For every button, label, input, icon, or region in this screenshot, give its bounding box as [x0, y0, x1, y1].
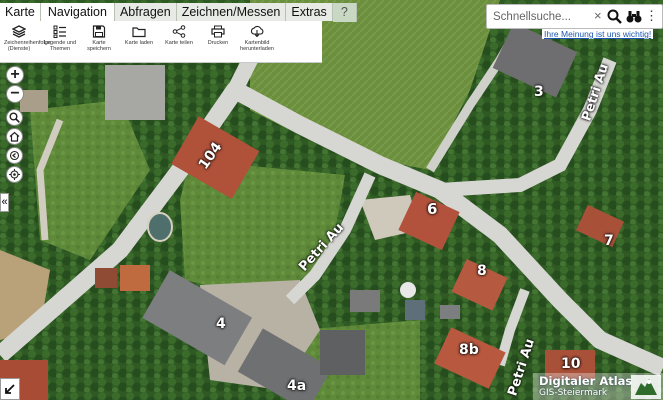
button-label: Kartenbild herunterladen: [240, 40, 274, 52]
clear-search-icon[interactable]: ×: [594, 8, 602, 23]
house-number: 6: [427, 200, 438, 218]
minus-icon: −: [10, 85, 20, 102]
fullscreen-button[interactable]: [0, 378, 20, 400]
search-icon[interactable]: [607, 9, 622, 29]
menu-bar: Karte Navigation Abfragen Zeichnen/Messe…: [0, 3, 357, 22]
button-label: Legende und Themen: [43, 40, 77, 52]
tab-zeichnen-messen[interactable]: Zeichnen/Messen: [176, 3, 287, 21]
legend-button[interactable]: Legende und Themen: [42, 25, 78, 52]
tab-abfragen[interactable]: Abfragen: [114, 3, 177, 21]
magnifier-icon: [9, 112, 20, 123]
house-number: 3: [534, 84, 544, 100]
locate-button[interactable]: [6, 166, 23, 183]
zoom-out-button[interactable]: −: [6, 85, 24, 103]
logo-title: Digitaler Atlas: [539, 374, 633, 388]
expand-arrow-icon: [5, 384, 15, 394]
logo-subtitle: GIS-Steiermark: [539, 388, 608, 398]
save-map-button[interactable]: Karte speichern: [84, 25, 114, 52]
folder-icon: [132, 27, 146, 38]
print-icon: [211, 25, 225, 38]
download-icon: [250, 25, 264, 38]
button-label: Karte speichern: [87, 40, 111, 52]
button-label: Karte teilen: [165, 40, 193, 46]
plus-icon: +: [10, 66, 20, 83]
tab-navigation[interactable]: Navigation: [40, 3, 115, 21]
panther-emblem-icon: [631, 375, 661, 399]
house-number: 10: [561, 356, 581, 372]
print-button[interactable]: Drucken: [204, 25, 232, 46]
house-number: 4: [216, 316, 226, 332]
home-button[interactable]: [6, 128, 23, 145]
tab-karte[interactable]: Karte: [0, 3, 41, 21]
tab-help[interactable]: ?: [332, 3, 357, 22]
house-number: 4a: [287, 378, 307, 394]
load-map-button[interactable]: Karte laden: [122, 25, 156, 46]
button-label: Drucken: [207, 40, 229, 46]
home-icon: [9, 131, 20, 142]
collapse-panel-button[interactable]: «: [0, 193, 9, 212]
previous-view-button[interactable]: [6, 147, 23, 164]
feedback-link[interactable]: Ihre Meinung ist uns wichtig!: [542, 29, 654, 39]
search-input[interactable]: [491, 8, 595, 26]
house-number: 8: [477, 263, 487, 279]
binoculars-icon[interactable]: [626, 9, 642, 29]
zoom-in-button[interactable]: +: [6, 66, 24, 84]
layers-icon: [12, 25, 26, 38]
house-number: 7: [604, 233, 614, 249]
crosshair-icon: [9, 169, 20, 180]
ribbon-toolbar: Zeichenreihenfolge (Dienste) Legende und…: [0, 21, 322, 63]
share-map-button[interactable]: Karte teilen: [162, 25, 196, 46]
back-icon: [9, 150, 20, 161]
save-icon: [92, 25, 106, 38]
options-icon[interactable]: ⋮: [645, 8, 658, 24]
download-image-button[interactable]: Kartenbild herunterladen: [240, 25, 274, 52]
zoom-box-button[interactable]: [6, 109, 23, 126]
tab-extras[interactable]: Extras: [286, 3, 333, 21]
button-label: Karte laden: [124, 40, 154, 46]
house-number: 8b: [459, 342, 479, 358]
layer-order-button[interactable]: Zeichenreihenfolge (Dienste): [4, 25, 51, 52]
share-icon: [172, 25, 186, 38]
legend-icon: [53, 25, 66, 38]
atlas-logo: Digitaler Atlas GIS-Steiermark: [533, 373, 663, 400]
quick-search-box: × ⋮: [486, 4, 663, 29]
